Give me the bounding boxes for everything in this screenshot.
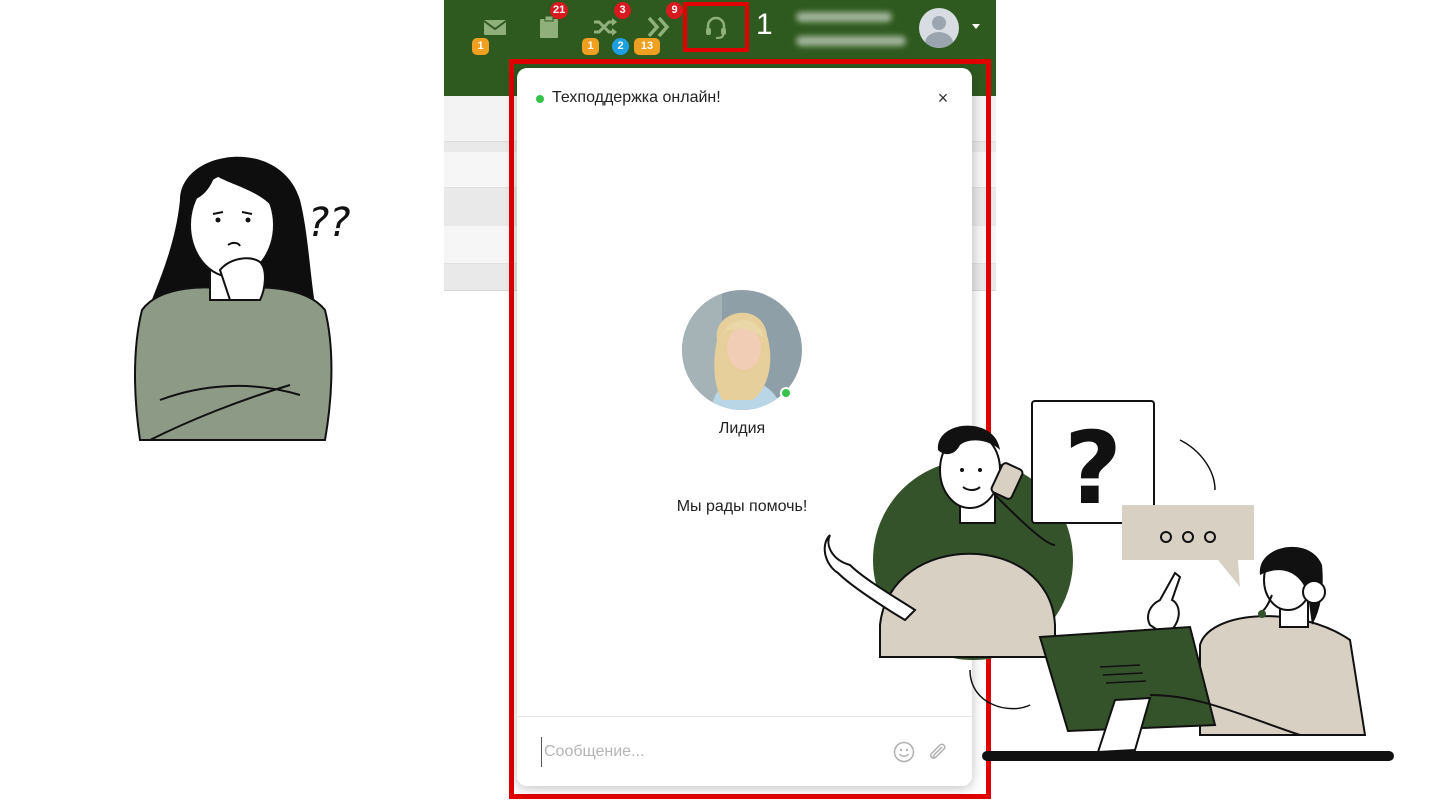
support-call-illustration: ? bbox=[823, 400, 1394, 761]
forward-button[interactable]: 9 bbox=[642, 2, 683, 44]
shuffle-badge-blue: 2 bbox=[612, 38, 629, 55]
headset-icon bbox=[706, 16, 726, 39]
user-avatar[interactable] bbox=[919, 8, 959, 48]
chat-title: Техподдержка онлайн! bbox=[552, 89, 721, 106]
tasks-button[interactable]: 21 bbox=[532, 2, 569, 44]
svg-text:??: ?? bbox=[308, 200, 350, 246]
mail-icon bbox=[483, 20, 507, 35]
operator-online-dot bbox=[780, 387, 792, 399]
mail-button[interactable]: 1 bbox=[472, 10, 512, 55]
chevron-down-icon[interactable] bbox=[972, 24, 980, 29]
online-status-dot bbox=[536, 95, 544, 103]
shuffle-badge: 3 bbox=[614, 2, 631, 19]
chat-header: Техподдержка онлайн! × bbox=[517, 68, 972, 130]
forward-badge: 9 bbox=[666, 2, 683, 19]
svg-text:?: ? bbox=[1064, 410, 1122, 527]
user-name-blurred bbox=[796, 12, 892, 22]
close-button[interactable]: × bbox=[935, 88, 951, 108]
shuffle-button[interactable]: 3 1 2 13 bbox=[582, 2, 660, 55]
user-role-blurred bbox=[796, 36, 906, 46]
online-counter: 1 bbox=[756, 8, 773, 41]
double-chevron-icon bbox=[647, 16, 670, 38]
screen: ?? 1 21 3 1 2 13 9 1 Техподдержка онлайн… bbox=[0, 0, 1440, 800]
support-button[interactable] bbox=[699, 10, 733, 44]
shuffle-icon bbox=[594, 18, 617, 36]
shuffle-badge-orange: 1 bbox=[582, 38, 599, 55]
tasks-badge: 21 bbox=[550, 2, 569, 19]
mail-badge: 1 bbox=[472, 38, 489, 55]
thinking-woman-illustration: ?? bbox=[134, 156, 350, 441]
